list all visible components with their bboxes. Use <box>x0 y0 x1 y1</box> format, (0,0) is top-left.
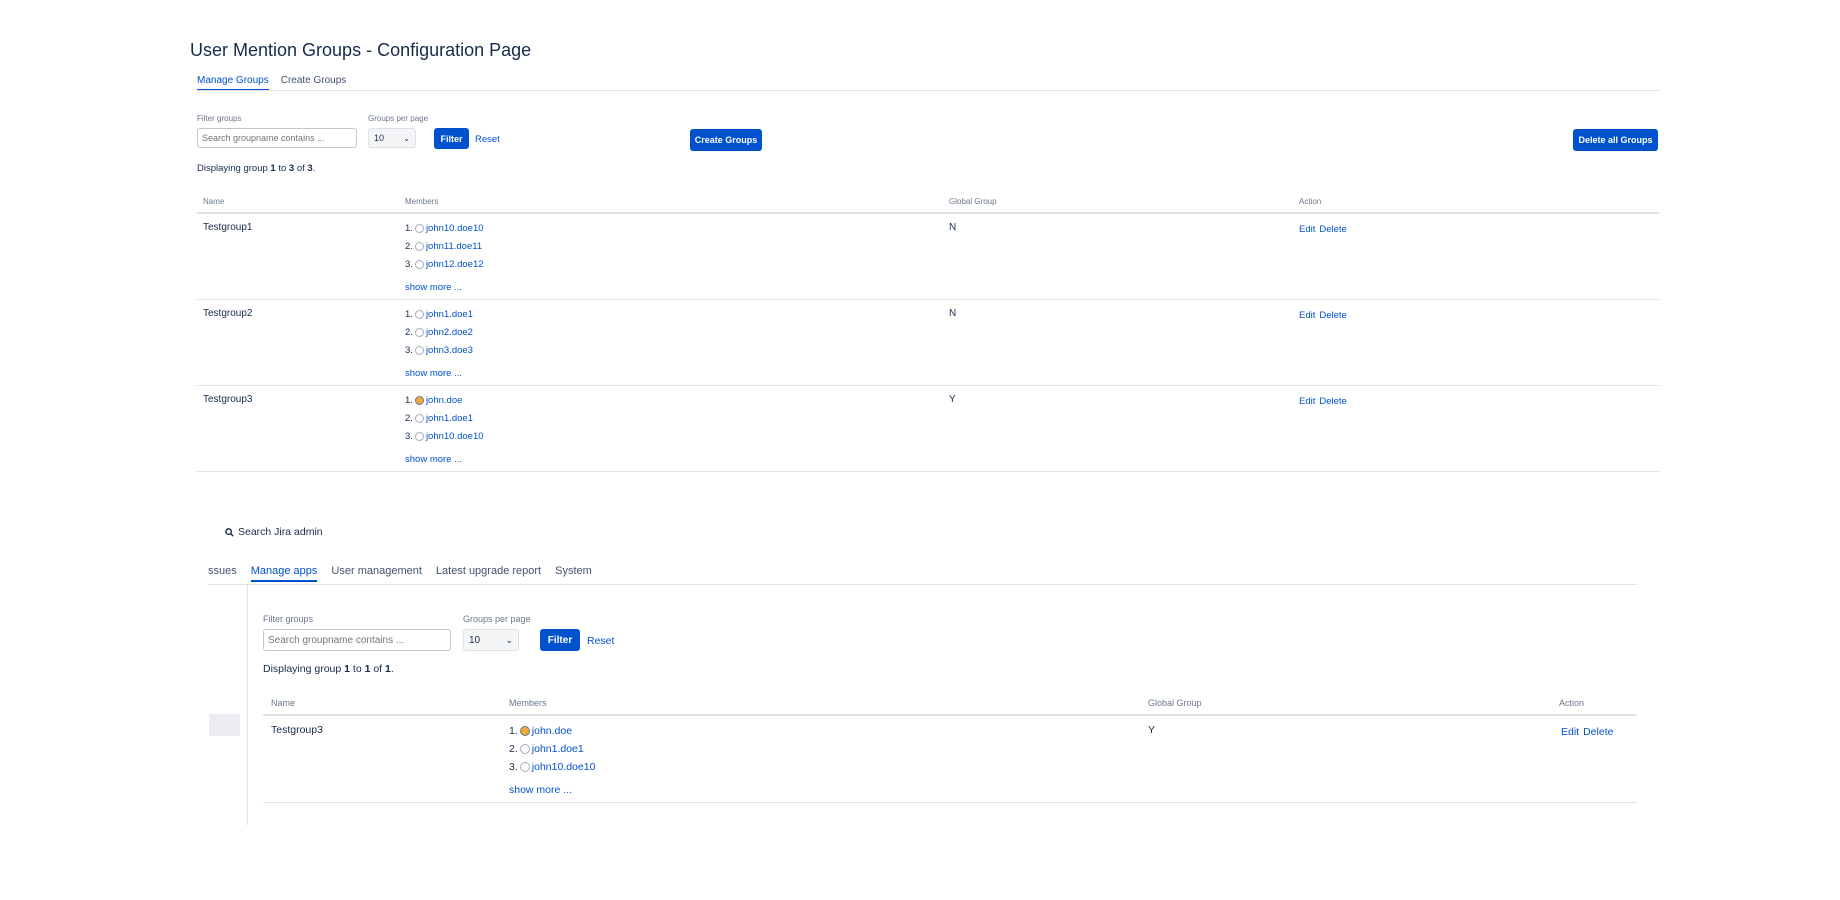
header-name: Name <box>203 197 225 206</box>
admin-display-count: Displaying group 1 to 1 of 1. <box>263 663 394 675</box>
row-actions: Edit Delete <box>1561 726 1613 738</box>
avatar-icon <box>414 396 424 405</box>
filter-groups-label: Filter groups <box>197 114 242 123</box>
admin-header-name: Name <box>271 698 296 708</box>
avatar-icon <box>414 310 424 319</box>
delete-link[interactable]: Delete <box>1583 726 1613 738</box>
tab-latest-upgrade-report[interactable]: Latest upgrade report <box>436 565 541 582</box>
filter-button[interactable]: Filter <box>434 128 469 149</box>
member-item: 3. john10.doe10 <box>405 431 484 442</box>
edit-link[interactable]: Edit <box>1299 224 1315 235</box>
row-actions: Edit Delete <box>1299 310 1347 321</box>
show-more-link[interactable]: show more ... <box>509 784 572 796</box>
admin-table-header-divider <box>263 714 1637 716</box>
show-more-link[interactable]: show more ... <box>405 368 462 379</box>
display-count: Displaying group 1 to 3 of 3. <box>197 163 316 174</box>
member-item: 2. john11.doe11 <box>405 241 483 252</box>
groups-per-page-select[interactable]: 10 ⌄ <box>368 128 416 148</box>
avatar-icon <box>414 414 424 423</box>
edit-link[interactable]: Edit <box>1561 726 1579 738</box>
row-divider <box>197 471 1659 472</box>
sidebar-item-selected[interactable] <box>209 714 240 736</box>
group-name: Testgroup1 <box>203 222 253 233</box>
member-item: 2. john1.doe1 <box>509 743 584 755</box>
group-name: Testgroup3 <box>203 394 253 405</box>
row-actions: Edit Delete <box>1299 224 1347 235</box>
member-item: 1. john.doe <box>509 725 573 737</box>
show-more-link[interactable]: show more ... <box>405 454 462 465</box>
admin-filter-button[interactable]: Filter <box>540 629 580 651</box>
tab-issues[interactable]: ssues <box>208 565 237 582</box>
admin-filter-groups-label: Filter groups <box>263 614 314 624</box>
chevron-down-icon: ⌄ <box>505 634 513 645</box>
tab-manage-groups[interactable]: Manage Groups <box>197 75 269 91</box>
header-members: Members <box>405 197 439 206</box>
global-group-value: Y <box>1148 724 1156 736</box>
avatar-icon <box>519 726 530 736</box>
header-global-group: Global Group <box>949 197 997 206</box>
show-more-link[interactable]: show more ... <box>405 282 462 293</box>
admin-groups-per-page-value: 10 <box>469 634 481 646</box>
member-item: 2. john1.doe1 <box>405 413 473 424</box>
avatar-icon <box>519 762 530 772</box>
admin-reset-link[interactable]: Reset <box>587 635 614 647</box>
sidebar-divider <box>247 585 248 825</box>
search-jira-admin-label: Search Jira admin <box>238 526 323 538</box>
row-divider <box>197 385 1659 386</box>
search-input[interactable] <box>197 128 357 148</box>
groups-per-page-value: 10 <box>374 133 385 143</box>
search-jira-admin[interactable]: Search Jira admin <box>225 526 323 538</box>
admin-groups-per-page-select[interactable]: 10 ⌄ <box>463 629 519 651</box>
page-title: User Mention Groups - Configuration Page <box>190 40 532 60</box>
reset-link[interactable]: Reset <box>475 134 500 145</box>
row-divider <box>197 299 1659 300</box>
tab-bar: Manage Groups Create Groups <box>197 75 346 91</box>
member-item: 1. john10.doe10 <box>405 223 484 234</box>
tab-user-management[interactable]: User management <box>331 565 422 582</box>
admin-tab-divider <box>208 584 1637 585</box>
avatar-icon <box>414 432 424 441</box>
member-item: 1. john1.doe1 <box>405 309 473 320</box>
tab-create-groups[interactable]: Create Groups <box>281 75 347 91</box>
row-actions: Edit Delete <box>1299 396 1347 407</box>
admin-tab-bar: ssues Manage apps User management Latest… <box>208 565 592 582</box>
tab-system[interactable]: System <box>555 565 592 582</box>
avatar-icon <box>519 744 530 754</box>
delete-link[interactable]: Delete <box>1319 310 1346 321</box>
member-item: 3. john10.doe10 <box>509 761 596 773</box>
avatar-icon <box>414 328 424 337</box>
tab-divider <box>197 90 1659 91</box>
create-groups-button[interactable]: Create Groups <box>690 129 762 151</box>
admin-header-members: Members <box>509 698 547 708</box>
member-item: 1. john.doe <box>405 395 463 406</box>
group-name: Testgroup2 <box>203 308 253 319</box>
table-header-divider <box>197 212 1659 214</box>
avatar-icon <box>414 242 424 251</box>
member-item: 2. john2.doe2 <box>405 327 473 338</box>
header-action: Action <box>1299 197 1322 206</box>
delete-link[interactable]: Delete <box>1319 396 1346 407</box>
group-name: Testgroup3 <box>271 724 323 736</box>
chevron-down-icon: ⌄ <box>403 133 410 143</box>
admin-groups-per-page-label: Groups per page <box>463 614 531 624</box>
global-group-value: N <box>949 308 957 319</box>
member-item: 3. john12.doe12 <box>405 259 484 270</box>
groups-per-page-label: Groups per page <box>368 114 429 123</box>
row-divider <box>263 802 1637 803</box>
global-group-value: N <box>949 222 957 233</box>
avatar-icon <box>414 224 424 233</box>
avatar-icon <box>414 260 424 269</box>
tab-manage-apps[interactable]: Manage apps <box>250 565 318 582</box>
admin-search-input[interactable] <box>263 629 451 651</box>
delete-all-groups-button[interactable]: Delete all Groups <box>1573 129 1658 151</box>
global-group-value: Y <box>949 394 956 405</box>
member-item: 3. john3.doe3 <box>405 345 473 356</box>
edit-link[interactable]: Edit <box>1299 396 1315 407</box>
admin-header-global-group: Global Group <box>1148 698 1202 708</box>
edit-link[interactable]: Edit <box>1299 310 1315 321</box>
delete-link[interactable]: Delete <box>1319 224 1346 235</box>
avatar-icon <box>414 346 424 355</box>
search-icon <box>225 527 234 537</box>
admin-header-action: Action <box>1559 698 1585 708</box>
